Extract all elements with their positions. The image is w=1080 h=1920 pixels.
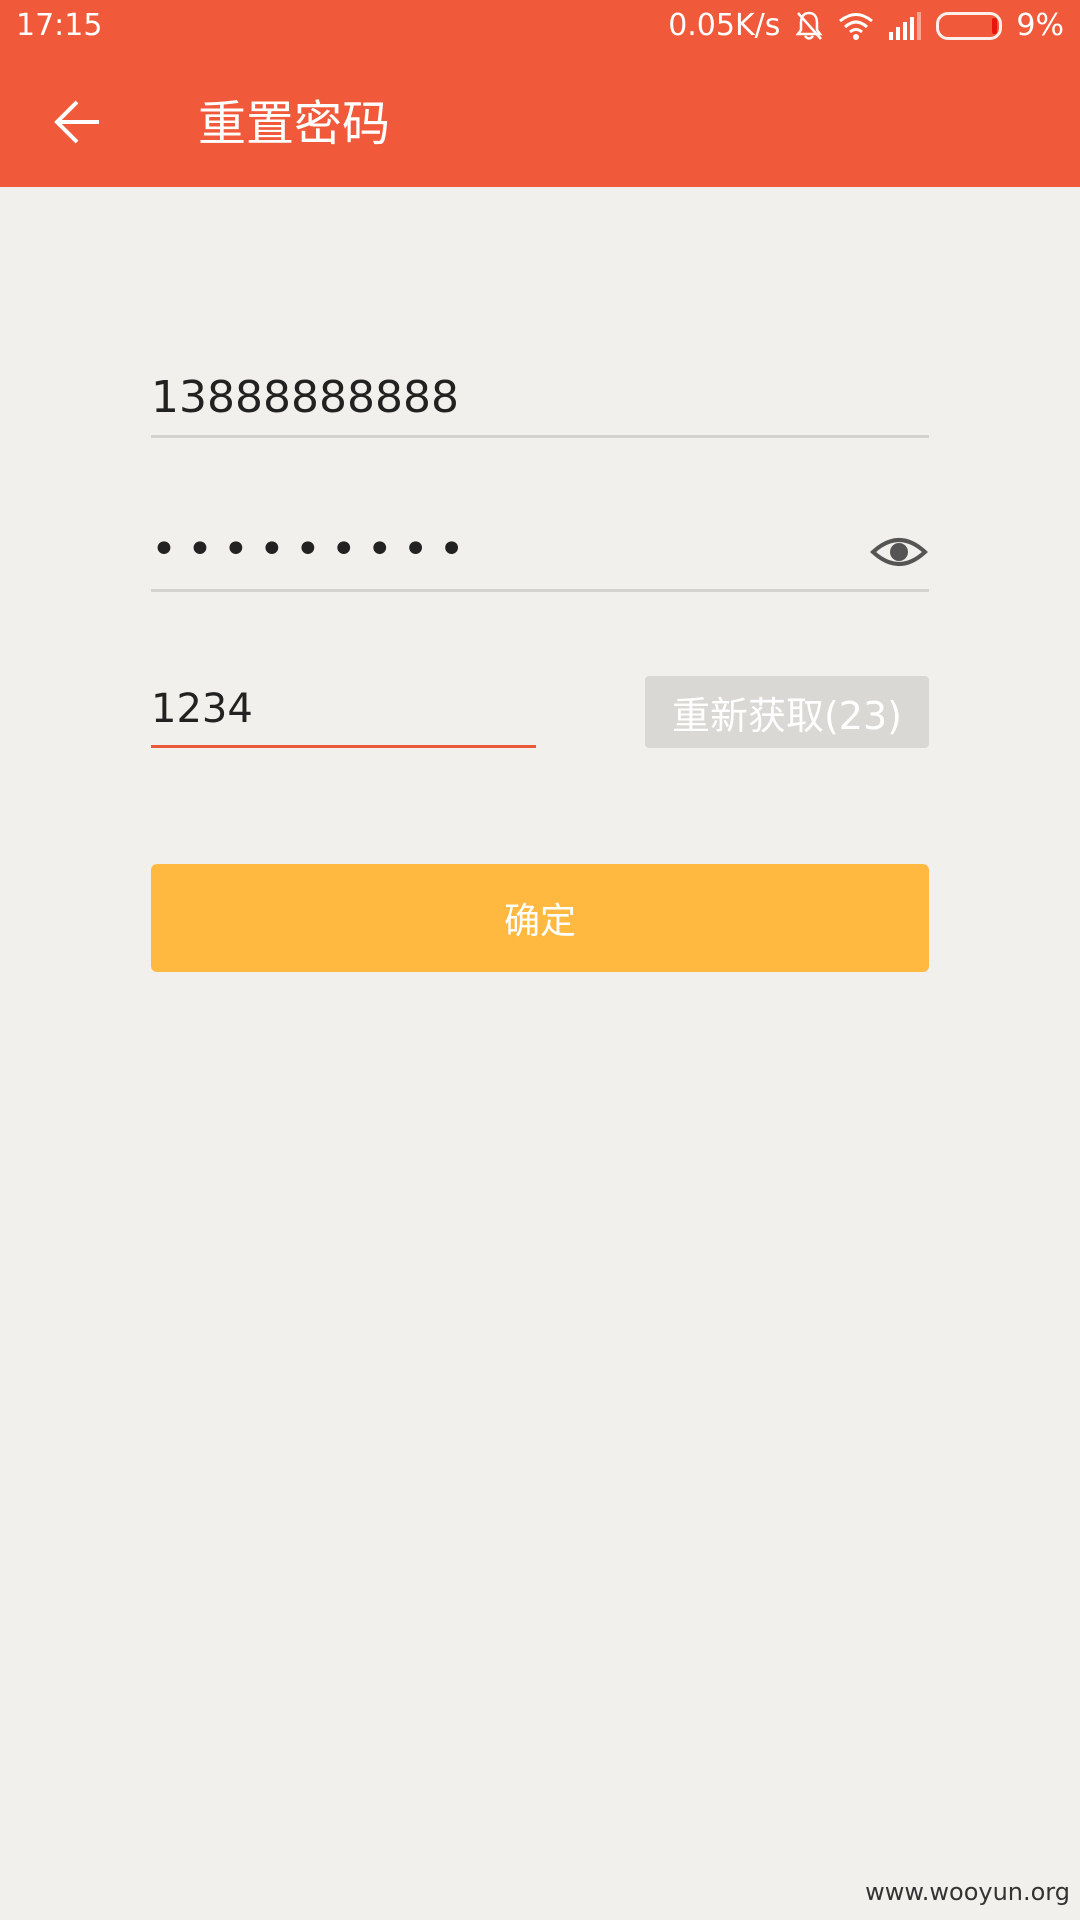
battery-icon bbox=[936, 11, 1003, 40]
signal-icon bbox=[888, 11, 922, 40]
arrow-left-icon bbox=[53, 99, 103, 149]
net-speed: 0.05K/s bbox=[668, 8, 781, 43]
app-header: 17:15 0.05K/s 9% 重置密码 bbox=[0, 0, 1080, 187]
confirm-button[interactable]: 确定 bbox=[151, 864, 929, 972]
status-time: 17:15 bbox=[16, 8, 103, 43]
battery-percent: 9% bbox=[1016, 8, 1064, 43]
password-field bbox=[151, 508, 929, 592]
status-bar: 17:15 0.05K/s 9% bbox=[0, 0, 1080, 54]
eye-icon[interactable] bbox=[869, 528, 929, 576]
status-indicators: 0.05K/s 9% bbox=[668, 8, 1064, 43]
phone-field bbox=[151, 360, 929, 438]
page-title: 重置密码 bbox=[198, 96, 391, 152]
wifi-icon bbox=[838, 11, 874, 41]
bell-off-icon bbox=[794, 10, 824, 42]
back-button[interactable] bbox=[34, 80, 122, 168]
verification-code-input[interactable] bbox=[151, 672, 536, 746]
resend-code-button[interactable]: 重新获取(23) bbox=[645, 676, 929, 748]
password-input[interactable] bbox=[151, 508, 831, 590]
watermark: www.wooyun.org bbox=[865, 1878, 1070, 1906]
code-field bbox=[151, 672, 536, 748]
phone-input[interactable] bbox=[151, 360, 929, 436]
battery-level bbox=[992, 17, 998, 34]
toolbar: 重置密码 bbox=[0, 54, 1080, 187]
